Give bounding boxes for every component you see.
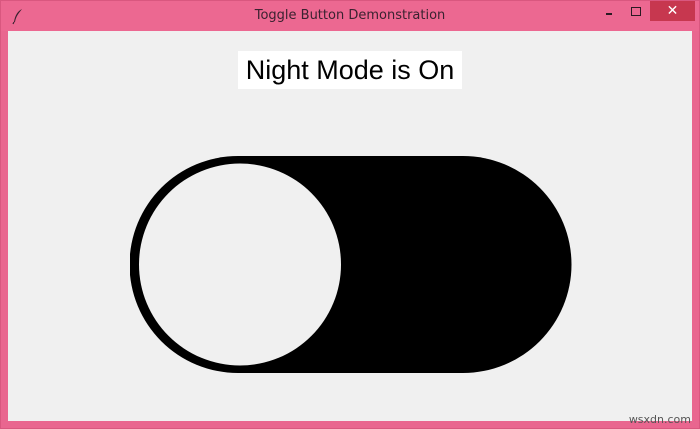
app-window: Toggle Button Demonstration ✕ Night Mode… [0,0,700,429]
client-area: Night Mode is On [8,31,692,421]
watermark-text: wsxdn.com [628,413,691,426]
minimize-button[interactable] [599,1,621,23]
night-mode-toggle[interactable] [130,156,572,373]
close-icon: ✕ [666,3,679,19]
night-mode-label: Night Mode is On [238,51,462,89]
toggle-knob[interactable] [139,163,341,366]
close-button[interactable]: ✕ [650,1,695,21]
title-bar[interactable]: Toggle Button Demonstration ✕ [1,1,699,31]
window-title: Toggle Button Demonstration [254,8,446,23]
maximize-button[interactable] [625,1,647,23]
